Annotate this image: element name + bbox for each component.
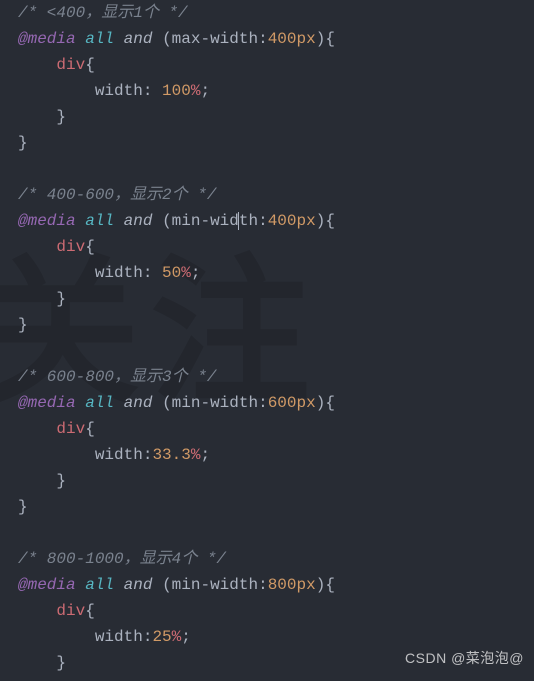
prop-colon: : (143, 446, 153, 464)
and-keyword: and (124, 394, 153, 412)
css-value-number: 33.3 (152, 446, 190, 464)
breakpoint-value: 400px (268, 212, 316, 230)
at-media-keyword: @media (18, 30, 76, 48)
code-block: /* <400，显示1个 */ @media all and (max-widt… (0, 0, 534, 676)
colon: : (258, 212, 268, 230)
and-keyword: and (124, 212, 153, 230)
media-type: all (85, 212, 114, 230)
selector-div: div (56, 238, 85, 256)
close-brace-inner: } (56, 472, 66, 490)
css-property: width (95, 82, 143, 100)
semicolon: ; (181, 628, 191, 646)
close-paren-brace: ){ (316, 394, 335, 412)
css-value-unit: % (191, 446, 201, 464)
css-property: width (95, 264, 143, 282)
media-feature: min-width (172, 212, 258, 230)
close-brace-inner: } (56, 654, 66, 672)
css-property: width (95, 628, 143, 646)
media-type: all (85, 576, 114, 594)
close-brace-inner: } (56, 290, 66, 308)
css-value-number: 50 (162, 264, 181, 282)
and-keyword: and (124, 576, 153, 594)
open-brace: { (85, 56, 95, 74)
close-paren-brace: ){ (316, 30, 335, 48)
at-media-keyword: @media (18, 212, 76, 230)
at-media-keyword: @media (18, 394, 76, 412)
code-comment: /* 400-600，显示2个 */ (18, 186, 216, 204)
text-cursor (238, 212, 239, 230)
open-paren: ( (162, 576, 172, 594)
selector-div: div (56, 420, 85, 438)
close-brace-outer: } (18, 498, 28, 516)
colon: : (258, 576, 268, 594)
colon: : (258, 394, 268, 412)
media-type: all (85, 30, 114, 48)
prop-colon: : (143, 628, 153, 646)
and-keyword: and (124, 30, 153, 48)
open-paren: ( (162, 212, 172, 230)
css-value-unit: % (181, 264, 191, 282)
selector-div: div (56, 56, 85, 74)
colon: : (258, 30, 268, 48)
csdn-watermark: CSDN @菜泡泡@ (405, 645, 524, 671)
css-value-number: 100 (162, 82, 191, 100)
selector-div: div (56, 602, 85, 620)
code-comment: /* <400，显示1个 */ (18, 4, 188, 22)
semicolon: ; (191, 264, 201, 282)
breakpoint-value: 400px (268, 30, 316, 48)
close-brace-inner: } (56, 108, 66, 126)
media-feature: min-width (172, 394, 258, 412)
css-property: width (95, 446, 143, 464)
media-feature: max-width (172, 30, 258, 48)
semicolon: ; (200, 446, 210, 464)
open-brace: { (85, 238, 95, 256)
code-comment: /* 800-1000，显示4个 */ (18, 550, 226, 568)
open-paren: ( (162, 30, 172, 48)
close-brace-outer: } (18, 134, 28, 152)
close-brace-outer: } (18, 316, 28, 334)
close-paren-brace: ){ (316, 576, 335, 594)
css-value-number: 25 (152, 628, 171, 646)
css-value-unit: % (191, 82, 201, 100)
at-media-keyword: @media (18, 576, 76, 594)
media-type: all (85, 394, 114, 412)
media-feature: min-width (172, 576, 258, 594)
open-paren: ( (162, 394, 172, 412)
code-comment: /* 600-800，显示3个 */ (18, 368, 216, 386)
open-brace: { (85, 420, 95, 438)
breakpoint-value: 600px (268, 394, 316, 412)
close-paren-brace: ){ (316, 212, 335, 230)
open-brace: { (85, 602, 95, 620)
prop-colon: : (143, 82, 162, 100)
css-value-unit: % (172, 628, 182, 646)
semicolon: ; (200, 82, 210, 100)
prop-colon: : (143, 264, 162, 282)
breakpoint-value: 800px (268, 576, 316, 594)
